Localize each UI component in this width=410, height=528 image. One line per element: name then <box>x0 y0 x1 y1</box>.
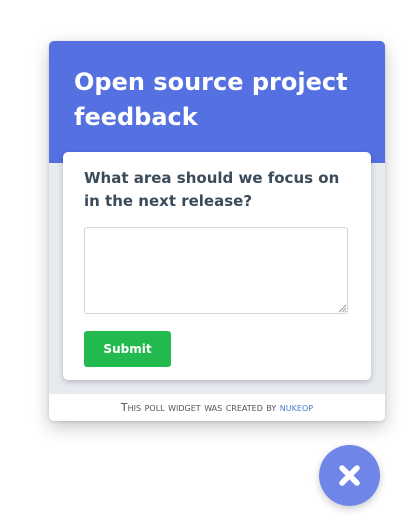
poll-widget: Open source project feedback What area s… <box>49 41 385 421</box>
widget-header: Open source project feedback <box>49 41 385 163</box>
submit-button[interactable]: Submit <box>84 331 171 367</box>
widget-title: Open source project feedback <box>74 68 348 131</box>
close-widget-button[interactable] <box>319 445 380 506</box>
resize-handle-icon[interactable] <box>337 303 347 313</box>
question-text: What area should we focus on in the next… <box>84 169 340 210</box>
question-card: What area should we focus on in the next… <box>63 152 371 380</box>
widget-footer: This poll widget was created by nukeop <box>49 394 385 421</box>
close-icon <box>339 465 360 486</box>
footer-author-link[interactable]: nukeop <box>280 401 313 414</box>
answer-textarea[interactable] <box>84 227 348 314</box>
footer-text: This poll widget was created by <box>120 401 277 414</box>
